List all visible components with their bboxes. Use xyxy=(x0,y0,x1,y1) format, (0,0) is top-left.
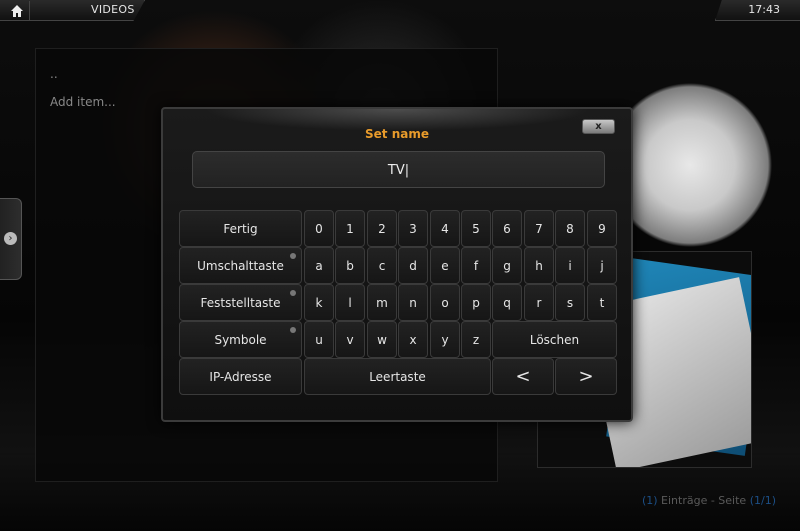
home-icon xyxy=(10,4,23,17)
key-3[interactable]: 3 xyxy=(398,210,428,247)
key-2[interactable]: 2 xyxy=(367,210,397,247)
key-4[interactable]: 4 xyxy=(430,210,460,247)
indicator-dot-icon xyxy=(290,253,296,259)
key-s[interactable]: s xyxy=(555,284,585,321)
key-q[interactable]: q xyxy=(492,284,522,321)
name-input[interactable]: TV| xyxy=(192,151,605,188)
key-m[interactable]: m xyxy=(367,284,397,321)
page-info: (1) Einträge - Seite (1/1) xyxy=(641,494,776,507)
entries-text: Einträge - Seite xyxy=(661,494,747,507)
on-screen-keyboard: Fertig Umschalttaste Feststelltaste Symb… xyxy=(179,210,618,397)
chevron-right-icon: › xyxy=(4,232,17,245)
key-c[interactable]: c xyxy=(367,247,397,284)
key-r[interactable]: r xyxy=(524,284,554,321)
key-g[interactable]: g xyxy=(492,247,522,284)
side-menu-tab[interactable]: › xyxy=(0,198,22,280)
key-e[interactable]: e xyxy=(430,247,460,284)
key-u[interactable]: u xyxy=(304,321,334,358)
key-umschalttaste-label: Umschalttaste xyxy=(197,258,284,273)
indicator-dot-icon xyxy=(290,327,296,333)
key-umschalttaste[interactable]: Umschalttaste xyxy=(179,247,302,284)
list-item-parent[interactable]: .. xyxy=(50,67,58,81)
key-w[interactable]: w xyxy=(367,321,397,358)
key-leertaste[interactable]: Leertaste xyxy=(304,358,491,395)
key-7[interactable]: 7 xyxy=(524,210,554,247)
key-o[interactable]: o xyxy=(430,284,460,321)
top-bar-left: VIDEOS xyxy=(0,0,145,21)
key-x[interactable]: x xyxy=(398,321,428,358)
key-i[interactable]: i xyxy=(555,247,585,284)
key-0[interactable]: 0 xyxy=(304,210,334,247)
key-symbole-label: Symbole xyxy=(214,332,267,347)
key-loeschen[interactable]: Löschen xyxy=(492,321,617,358)
key-j[interactable]: j xyxy=(587,247,617,284)
list-item-add[interactable]: Add item... xyxy=(50,95,116,109)
item-count: 1 xyxy=(646,494,654,507)
key-1[interactable]: 1 xyxy=(335,210,365,247)
key-a[interactable]: a xyxy=(304,247,334,284)
close-button[interactable]: x xyxy=(582,119,615,134)
page-total: 1 xyxy=(764,494,772,507)
key-8[interactable]: 8 xyxy=(555,210,585,247)
key-5[interactable]: 5 xyxy=(461,210,491,247)
set-name-dialog: Set name x TV| Fertig Umschalttaste Fest… xyxy=(161,107,633,422)
breadcrumb-section: VIDEOS xyxy=(91,3,135,16)
key-t[interactable]: t xyxy=(587,284,617,321)
key-k[interactable]: k xyxy=(304,284,334,321)
key-cursor-left[interactable]: < xyxy=(492,358,554,395)
key-l[interactable]: l xyxy=(335,284,365,321)
key-9[interactable]: 9 xyxy=(587,210,617,247)
dialog-title: Set name xyxy=(365,127,429,141)
clock: 17:43 xyxy=(748,3,780,16)
key-6[interactable]: 6 xyxy=(492,210,522,247)
key-b[interactable]: b xyxy=(335,247,365,284)
key-y[interactable]: y xyxy=(430,321,460,358)
key-n[interactable]: n xyxy=(398,284,428,321)
home-button[interactable] xyxy=(4,1,30,20)
key-ip-adresse[interactable]: IP-Adresse xyxy=(179,358,302,395)
key-f[interactable]: f xyxy=(461,247,491,284)
key-symbole[interactable]: Symbole xyxy=(179,321,302,358)
key-fertig[interactable]: Fertig xyxy=(179,210,302,247)
key-p[interactable]: p xyxy=(461,284,491,321)
key-cursor-right[interactable]: > xyxy=(555,358,617,395)
key-feststelltaste[interactable]: Feststelltaste xyxy=(179,284,302,321)
key-v[interactable]: v xyxy=(335,321,365,358)
key-z[interactable]: z xyxy=(461,321,491,358)
top-bar-right: 17:43 xyxy=(715,0,800,21)
key-d[interactable]: d xyxy=(398,247,428,284)
indicator-dot-icon xyxy=(290,290,296,296)
page-current: 1 xyxy=(753,494,761,507)
key-feststelltaste-label: Feststelltaste xyxy=(200,295,281,310)
key-h[interactable]: h xyxy=(524,247,554,284)
